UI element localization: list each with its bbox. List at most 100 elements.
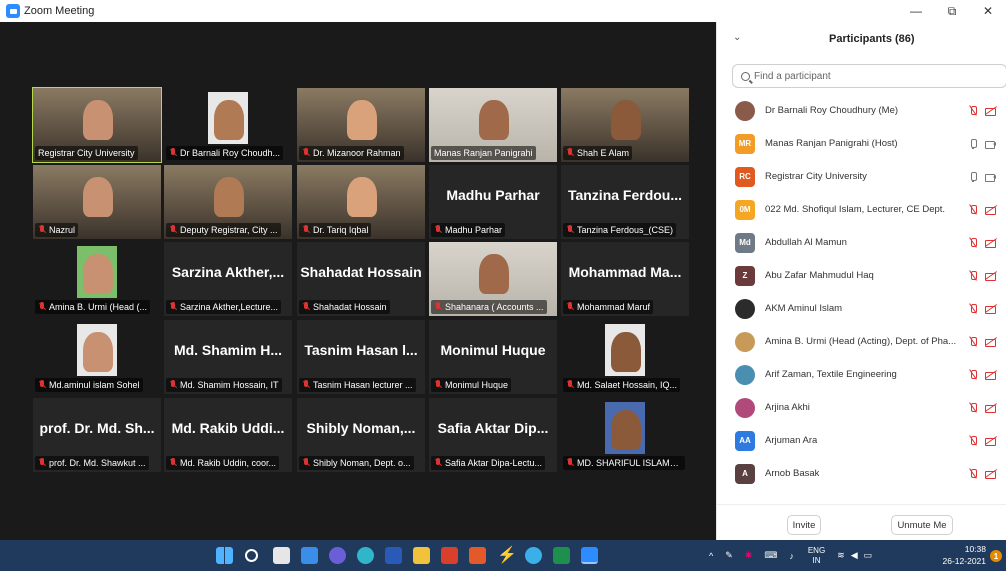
- video-tile[interactable]: Mohammad Ma... Mohammad Maruf: [561, 242, 689, 316]
- video-icon[interactable]: [984, 171, 997, 183]
- widgets-icon[interactable]: [301, 547, 318, 564]
- video-tile[interactable]: Shibly Noman,... Shibly Noman, Dept. o...: [297, 398, 425, 472]
- video-off-icon[interactable]: [984, 105, 997, 117]
- collapse-chevron-icon[interactable]: ⌄: [733, 32, 741, 43]
- mic-muted-icon[interactable]: [968, 237, 978, 249]
- video-tile[interactable]: prof. Dr. Md. Sh... prof. Dr. Md. Shawkut…: [33, 398, 161, 472]
- notification-badge[interactable]: 1: [990, 550, 1002, 562]
- video-tile[interactable]: Manas Ranjan Panigrahi: [429, 88, 557, 162]
- chat-icon[interactable]: [329, 547, 346, 564]
- participant-row[interactable]: 0M 022 Md. Shofiqul Islam, Lecturer, CE D…: [717, 193, 1006, 226]
- participant-row[interactable]: Arif Zaman, Textile Engineering: [717, 358, 1006, 391]
- video-off-icon[interactable]: [984, 303, 997, 315]
- video-off-icon[interactable]: [984, 435, 997, 447]
- participant-row[interactable]: AA Arjuman Ara: [717, 424, 1006, 457]
- video-tile[interactable]: Dr. Tariq Iqbal: [297, 165, 425, 239]
- video-off-icon[interactable]: [984, 336, 997, 348]
- participant-list[interactable]: Dr Barnali Roy Choudhury (Me) MR Manas Ran…: [717, 94, 1006, 514]
- video-off-icon[interactable]: [984, 402, 997, 414]
- mic-muted-icon[interactable]: [968, 435, 978, 447]
- video-off-icon[interactable]: [984, 369, 997, 381]
- video-off-icon[interactable]: [984, 468, 997, 480]
- participant-row[interactable]: Amina B. Urmi (Head (Acting), Dept. of P…: [717, 325, 1006, 358]
- participant-row[interactable]: Md Abdullah Al Mamun: [717, 226, 1006, 259]
- video-tile[interactable]: Md. Salaet Hossain, IQ...: [561, 320, 689, 394]
- video-tile[interactable]: Safia Aktar Dip... Safia Aktar Dipa-Lectu…: [429, 398, 557, 472]
- video-icon[interactable]: [984, 138, 997, 150]
- participant-row[interactable]: Arjina Akhi: [717, 391, 1006, 424]
- video-tile[interactable]: Nazrul: [33, 165, 161, 239]
- video-tile[interactable]: Tasnim Hasan l... Tasnim Hasan lecturer .…: [297, 320, 425, 394]
- video-tile[interactable]: Md. Shamim H... Md. Shamim Hossain, IT: [164, 320, 292, 394]
- participant-row[interactable]: MR Manas Ranjan Panigrahi (Host): [717, 127, 1006, 160]
- video-tile[interactable]: Md. Rakib Uddi... Md. Rakib Uddin, coor..…: [164, 398, 292, 472]
- skype-icon[interactable]: [525, 547, 542, 564]
- video-tile[interactable]: Tanzina Ferdou... Tanzina Ferdous_(CSE): [561, 165, 689, 239]
- clock[interactable]: 10:38 26-12-2021: [943, 543, 986, 567]
- mic-muted-icon[interactable]: [968, 336, 978, 348]
- participant-row[interactable]: A Arnob Basak: [717, 457, 1006, 490]
- mic-muted-icon[interactable]: [968, 105, 978, 117]
- network-app-icon[interactable]: ✱: [745, 550, 753, 561]
- video-tile[interactable]: Amina B. Urmi (Head (...: [33, 242, 161, 316]
- mic-icon[interactable]: [968, 138, 978, 150]
- mic-muted-icon[interactable]: [968, 303, 978, 315]
- participant-search[interactable]: [732, 64, 1006, 88]
- restore-button[interactable]: ⧉: [934, 0, 970, 22]
- minimize-button[interactable]: —: [898, 0, 934, 22]
- mic-muted-icon[interactable]: [968, 369, 978, 381]
- video-tile[interactable]: Madhu Parhar Madhu Parhar: [429, 165, 557, 239]
- video-tile[interactable]: Deputy Registrar, City ...: [164, 165, 292, 239]
- mic-muted-icon[interactable]: [968, 468, 978, 480]
- muted-mic-icon: [169, 380, 177, 390]
- file-explorer-icon[interactable]: [413, 547, 430, 564]
- edge-browser-icon[interactable]: [357, 547, 374, 564]
- video-off-icon[interactable]: [984, 237, 997, 249]
- wifi-icon[interactable]: ≋: [837, 550, 845, 561]
- search-taskbar-icon[interactable]: [245, 549, 258, 562]
- unmute-me-button[interactable]: Unmute Me: [891, 515, 953, 535]
- keyboard-icon[interactable]: ⌨: [764, 550, 777, 561]
- start-menu-icon[interactable]: [216, 547, 233, 564]
- excel-icon[interactable]: [553, 547, 570, 564]
- tray-overflow-icon[interactable]: ^: [709, 551, 713, 561]
- mic-muted-icon[interactable]: [968, 204, 978, 216]
- mic-muted-icon[interactable]: [968, 402, 978, 414]
- search-input[interactable]: [754, 70, 974, 82]
- word-icon[interactable]: [385, 547, 402, 564]
- video-tile[interactable]: Dr Barnali Roy Choudh...: [164, 88, 292, 162]
- microphone-tray-icon[interactable]: ♪: [789, 551, 794, 561]
- video-tile[interactable]: Dr. Mizanoor Rahman: [297, 88, 425, 162]
- participant-row[interactable]: Z Abu Zafar Mahmudul Haq: [717, 259, 1006, 292]
- battery-icon[interactable]: ▭: [864, 550, 873, 561]
- invite-button[interactable]: Invite: [787, 515, 821, 535]
- participant-status-icons: [968, 336, 997, 348]
- language-indicator[interactable]: ENG IN: [808, 546, 825, 566]
- pen-icon[interactable]: ✎: [725, 550, 733, 561]
- power-automate-icon[interactable]: ⚡: [497, 547, 517, 564]
- mic-icon[interactable]: [968, 171, 978, 183]
- snipping-tool-icon[interactable]: [469, 547, 486, 564]
- office-icon[interactable]: [441, 547, 458, 564]
- participant-row[interactable]: Dr Barnali Roy Choudhury (Me): [717, 94, 1006, 127]
- muted-mic-icon: [38, 302, 46, 312]
- video-tile[interactable]: Registrar City University: [32, 87, 162, 163]
- video-off-icon[interactable]: [984, 270, 997, 282]
- system-tray: ^ ✎ ✱ ⌨ ♪ ENG IN ≋ ◀ ▭: [709, 540, 872, 571]
- video-tile[interactable]: Shahanara ( Accounts ...: [429, 242, 557, 316]
- video-tile[interactable]: Shah E Alam: [561, 88, 689, 162]
- video-tile[interactable]: Sarzina Akther,... Sarzina Akther,Lecture…: [164, 242, 292, 316]
- mic-muted-icon[interactable]: [968, 270, 978, 282]
- video-off-icon[interactable]: [984, 204, 997, 216]
- volume-icon[interactable]: ◀: [851, 550, 858, 561]
- muted-mic-icon: [302, 380, 310, 390]
- zoom-taskbar-icon[interactable]: [581, 547, 598, 564]
- video-tile[interactable]: MD. SHARIFUL ISLAM_...: [561, 398, 689, 472]
- task-view-icon[interactable]: [273, 547, 290, 564]
- video-tile[interactable]: Md.aminul islam Sohel: [33, 320, 161, 394]
- participant-row[interactable]: AKM Aminul Islam: [717, 292, 1006, 325]
- close-button[interactable]: ✕: [970, 0, 1006, 22]
- participant-row[interactable]: RC Registrar City University: [717, 160, 1006, 193]
- video-tile[interactable]: Shahadat Hossain Shahadat Hossain: [297, 242, 425, 316]
- video-tile[interactable]: Monimul Huque Monimul Huque: [429, 320, 557, 394]
